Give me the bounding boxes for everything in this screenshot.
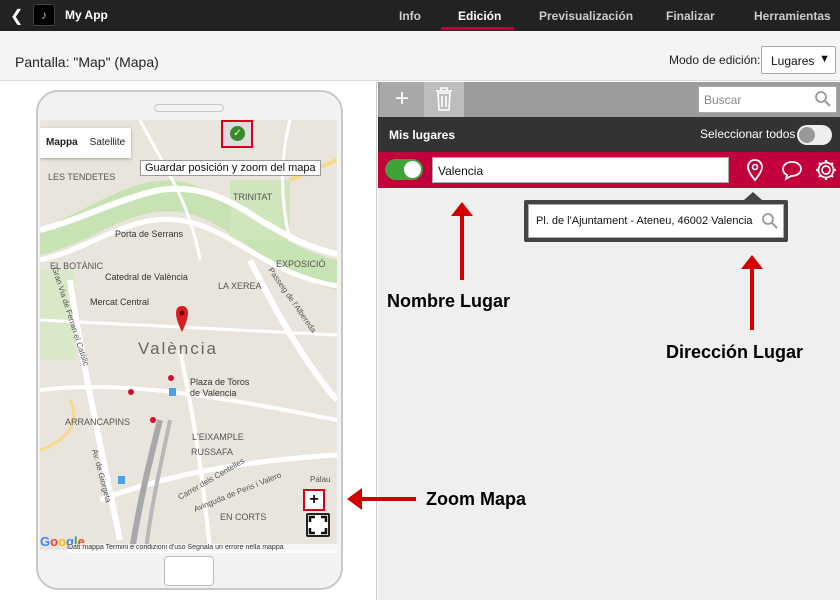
tab-finalizar[interactable]: Finalizar <box>666 9 715 23</box>
trash-icon[interactable] <box>424 82 464 117</box>
map-label: de Valencia <box>190 388 236 398</box>
app-icon: ♪ <box>33 4 55 26</box>
map-label: EN CORTS <box>220 512 266 522</box>
tab-herramientas[interactable]: Herramientas <box>754 9 831 23</box>
map-label: LES TENDETES <box>48 172 115 182</box>
tab-previsualizacion[interactable]: Previsualización <box>539 9 633 23</box>
search-placeholder: Buscar <box>704 93 742 107</box>
gear-icon[interactable] <box>814 158 838 187</box>
top-bar: ❮ ♪ My App Info Edición Previsualización… <box>0 0 840 31</box>
annotation-name: Nombre Lugar <box>387 291 511 311</box>
map-type-map-button[interactable]: Mappa <box>40 128 84 158</box>
chevron-left-icon[interactable]: ❮ <box>10 6 23 26</box>
map-label: Plaza de Toros <box>190 377 250 387</box>
search-icon[interactable] <box>761 212 779 233</box>
place-row: Valencia <box>378 152 840 188</box>
save-tooltip: Guardar posición y zoom del mapa <box>140 160 321 176</box>
map-label: Palau <box>310 475 330 484</box>
annotation-zoom: Zoom Mapa <box>426 489 527 509</box>
map-canvas: LES TENDETES TRINITAT Porta de Serrans E… <box>40 120 337 550</box>
tab-edicion[interactable]: Edición <box>458 9 501 23</box>
tab-info[interactable]: Info <box>399 9 421 23</box>
places-panel: + Buscar Mis lugares Seleccionar todos V… <box>378 82 840 600</box>
map-type-control: Mappa Satellite <box>40 128 132 158</box>
save-map-position-button[interactable]: ✓ <box>221 120 253 148</box>
app-title: My App <box>65 8 108 22</box>
map-label-city: València <box>138 339 218 358</box>
map-label: Porta de Serrans <box>115 229 184 239</box>
phone-speaker <box>154 104 224 112</box>
map-label: TRINITAT <box>233 192 273 202</box>
annotation-address: Dirección Lugar <box>666 342 804 362</box>
place-enabled-toggle[interactable] <box>385 159 423 180</box>
plus-icon[interactable]: + <box>380 82 424 117</box>
place-name-input[interactable]: Valencia <box>432 157 729 183</box>
fullscreen-icon[interactable] <box>306 513 330 537</box>
mode-select-value: Lugares <box>771 54 815 68</box>
map-label: EXPOSICIÓ <box>276 259 326 269</box>
select-all-toggle[interactable] <box>797 125 832 145</box>
zoom-in-button[interactable]: + <box>303 489 325 511</box>
screen-header: Pantalla: "Map" (Mapa) Modo de edición: … <box>0 31 840 81</box>
active-tab-indicator <box>441 27 514 30</box>
page-title: Pantalla: "Map" (Mapa) <box>15 54 159 70</box>
search-icon <box>814 90 832 111</box>
check-icon: ✓ <box>230 126 245 141</box>
chevron-down-icon: ▼ <box>819 53 830 65</box>
mode-select[interactable]: Lugares ▼ <box>761 46 836 74</box>
places-header-label: Mis lugares <box>389 128 456 142</box>
address-value: Pl. de l'Ajuntament - Ateneu, 46002 Vale… <box>536 215 753 227</box>
phone-home-button <box>164 556 214 586</box>
map-label: RUSSAFA <box>191 447 233 457</box>
select-all-label: Seleccionar todos <box>700 127 796 141</box>
map-label: LA XEREA <box>218 281 262 291</box>
map-view[interactable]: LES TENDETES TRINITAT Porta de Serrans E… <box>40 120 337 550</box>
map-label: L'EIXAMPLE <box>192 432 244 442</box>
places-toolbar: + Buscar <box>378 82 840 117</box>
mode-label: Modo de edición: <box>669 53 761 67</box>
map-type-satellite-button[interactable]: Satellite <box>84 128 132 158</box>
location-pin-icon[interactable] <box>745 158 765 187</box>
address-popover: Pl. de l'Ajuntament - Ateneu, 46002 Vale… <box>524 192 788 242</box>
map-attribution[interactable]: Dati mappa Termini e condizioni d'uso Se… <box>68 544 337 553</box>
map-label: Mercat Central <box>90 297 149 307</box>
map-label: Catedral de València <box>105 272 188 282</box>
places-header: Mis lugares Seleccionar todos <box>378 117 840 152</box>
search-input[interactable]: Buscar <box>698 86 837 113</box>
speech-bubble-icon[interactable] <box>780 158 804 187</box>
map-label: ARRANCAPINS <box>65 417 130 427</box>
address-input[interactable]: Pl. de l'Ajuntament - Ateneu, 46002 Vale… <box>528 204 784 238</box>
